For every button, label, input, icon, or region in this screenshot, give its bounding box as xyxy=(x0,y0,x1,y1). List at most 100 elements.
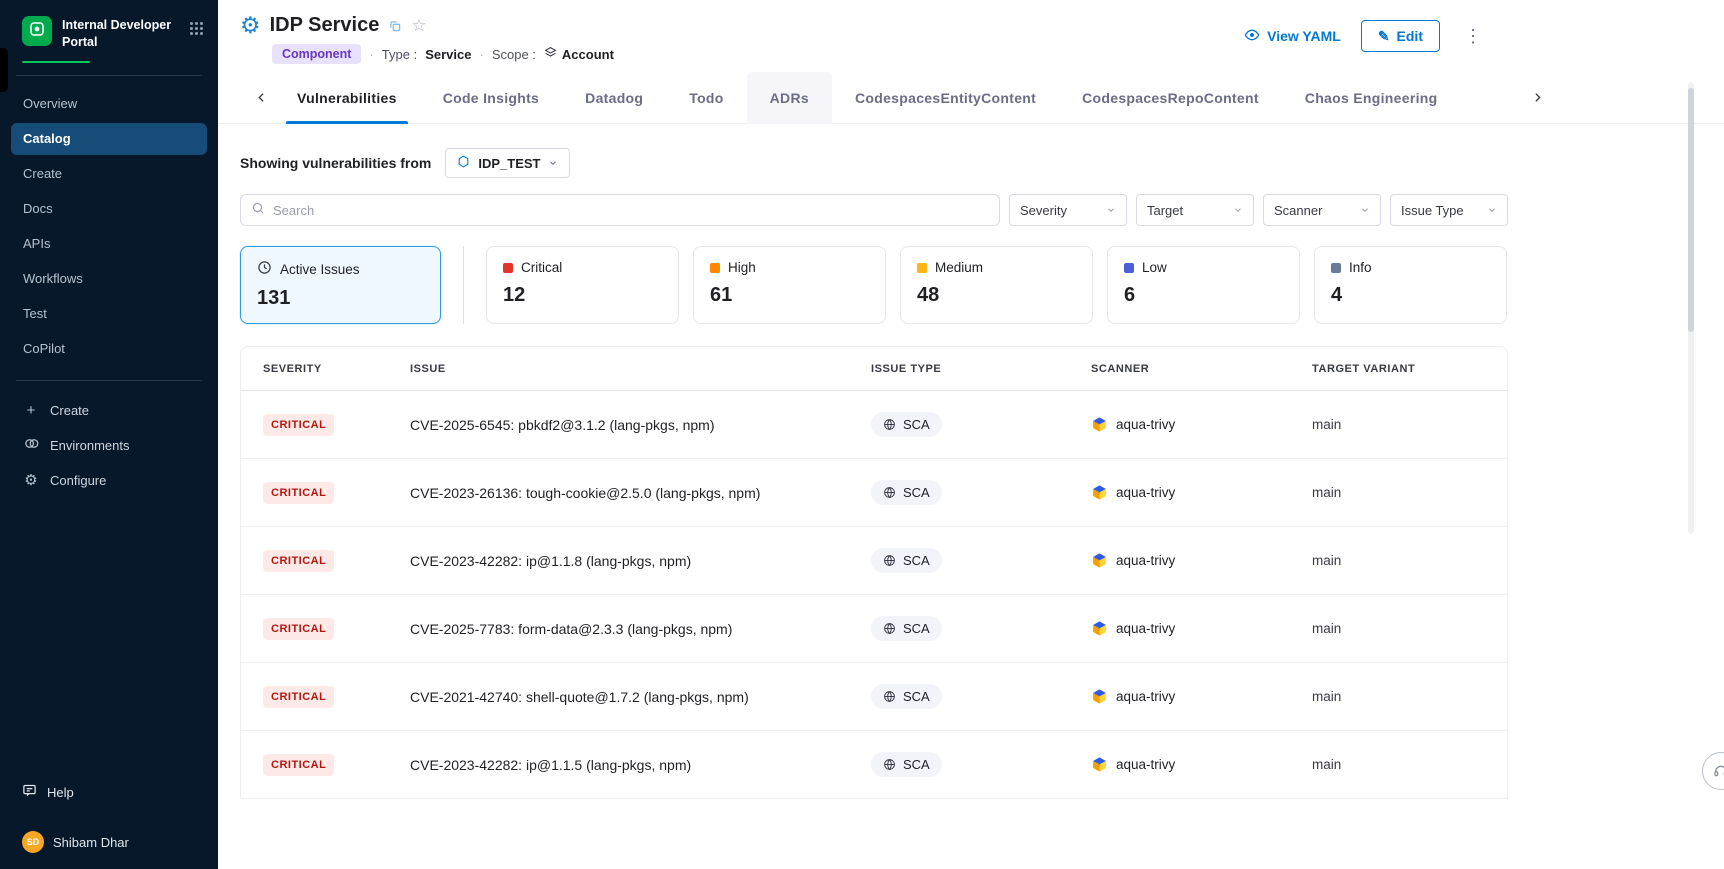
sidebar-item-create[interactable]: Create xyxy=(11,158,207,190)
sca-icon xyxy=(883,418,896,431)
tabs-scroll-left-icon[interactable] xyxy=(248,80,274,116)
trivy-icon xyxy=(1091,416,1108,433)
tab-code-insights[interactable]: Code Insights xyxy=(420,72,562,124)
user-menu[interactable]: SD Shibam Dhar xyxy=(22,831,196,853)
sidebar-action-label: Configure xyxy=(50,473,106,488)
cards-divider xyxy=(463,246,464,324)
page-scrollbar[interactable] xyxy=(1688,82,1694,534)
meta-separator: · xyxy=(369,47,373,62)
sidebar-action-configure[interactable]: ⚙ Configure xyxy=(11,463,207,498)
sidebar-action-create[interactable]: + Create xyxy=(11,393,207,428)
card-count: 6 xyxy=(1124,284,1283,307)
severity-dot-medium xyxy=(917,263,927,273)
sca-icon xyxy=(883,486,896,499)
severity-dot-critical xyxy=(503,263,513,273)
scanner-cell: aqua-trivy xyxy=(1091,484,1312,501)
tabs-scroll-right-icon[interactable] xyxy=(1524,80,1550,116)
scanner-cell: aqua-trivy xyxy=(1091,416,1312,433)
issue-type-pill: SCA xyxy=(871,548,942,573)
vulnerabilities-table: SEVERITY ISSUE ISSUE TYPE SCANNER TARGET… xyxy=(240,346,1508,799)
view-yaml-link[interactable]: View YAML xyxy=(1244,27,1341,46)
table-row[interactable]: CRITICAL CVE-2023-42282: ip@1.1.5 (lang-… xyxy=(241,731,1507,799)
entity-meta-row: Component · Type : Service · Scope : Acc… xyxy=(272,44,614,64)
favorite-star-icon[interactable]: ☆ xyxy=(411,16,426,36)
tab-datadog[interactable]: Datadog xyxy=(562,72,666,124)
severity-badge: CRITICAL xyxy=(263,618,334,640)
scanner-cell: aqua-trivy xyxy=(1091,552,1312,569)
tab-chaos-engineering[interactable]: Chaos Engineering xyxy=(1282,72,1461,124)
card-label: Active Issues xyxy=(280,262,360,277)
help-button[interactable]: Help xyxy=(22,783,196,801)
sidebar-item-catalog[interactable]: Catalog xyxy=(11,123,207,155)
search-input[interactable] xyxy=(273,203,989,218)
headset-icon xyxy=(1713,763,1724,779)
summary-card-active-issues[interactable]: Active Issues 131 xyxy=(240,246,441,324)
target-variant: main xyxy=(1312,485,1507,500)
severity-badge: CRITICAL xyxy=(263,414,334,436)
portal-logo[interactable] xyxy=(22,16,52,46)
more-options-icon[interactable]: ⋮ xyxy=(1460,26,1486,47)
table-row[interactable]: CRITICAL CVE-2023-26136: tough-cookie@2.… xyxy=(241,459,1507,527)
gear-icon: ⚙ xyxy=(23,471,39,489)
page-header: ⚙ IDP Service ☆ Component · Type : Servi… xyxy=(218,0,1508,64)
help-label: Help xyxy=(47,785,74,800)
table-row[interactable]: CRITICAL CVE-2023-42282: ip@1.1.8 (lang-… xyxy=(241,527,1507,595)
card-count: 61 xyxy=(710,284,869,307)
sidebar-item-docs[interactable]: Docs xyxy=(11,193,207,225)
card-count: 131 xyxy=(257,287,424,310)
app-grid-icon[interactable] xyxy=(189,21,204,41)
summary-card-info[interactable]: Info 4 xyxy=(1314,246,1507,324)
portal-logo-icon xyxy=(28,20,46,43)
summary-card-medium[interactable]: Medium 48 xyxy=(900,246,1093,324)
tab-codespaces-entity-content[interactable]: CodespacesEntityContent xyxy=(832,72,1059,124)
tab-codespaces-repo-content[interactable]: CodespacesRepoContent xyxy=(1059,72,1282,124)
chevron-down-icon xyxy=(1233,205,1243,215)
tab-todo[interactable]: Todo xyxy=(666,72,746,124)
sidebar-item-test[interactable]: Test xyxy=(11,298,207,330)
sidebar-item-overview[interactable]: Overview xyxy=(11,88,207,120)
card-label: Medium xyxy=(935,260,983,275)
table-row[interactable]: CRITICAL CVE-2021-42740: shell-quote@1.7… xyxy=(241,663,1507,731)
trivy-icon xyxy=(1091,484,1108,501)
service-gear-icon: ⚙ xyxy=(240,14,261,37)
tab-adrs[interactable]: ADRs xyxy=(747,72,832,124)
target-variant: main xyxy=(1312,757,1507,772)
issue-type-pill: SCA xyxy=(871,684,942,709)
severity-badge: CRITICAL xyxy=(263,550,334,572)
project-selector[interactable]: IDP_TEST xyxy=(445,148,570,178)
table-row[interactable]: CRITICAL CVE-2025-7783: form-data@2.3.3 … xyxy=(241,595,1507,663)
scope-label: Scope : xyxy=(492,47,536,62)
nav-collapse-handle[interactable] xyxy=(0,48,8,92)
scanner-cell: aqua-trivy xyxy=(1091,688,1312,705)
avatar: SD xyxy=(22,831,44,853)
target-variant: main xyxy=(1312,553,1507,568)
scanner-filter[interactable]: Scanner xyxy=(1263,194,1381,226)
sidebar-actions: + Create Environments ⚙ Configure xyxy=(0,393,218,498)
scrollbar-thumb[interactable] xyxy=(1688,88,1694,332)
table-row[interactable]: CRITICAL CVE-2025-6545: pbkdf2@3.1.2 (la… xyxy=(241,391,1507,459)
type-label: Type : xyxy=(382,47,417,62)
summary-card-critical[interactable]: Critical 12 xyxy=(486,246,679,324)
issue-type-filter[interactable]: Issue Type xyxy=(1390,194,1508,226)
target-filter[interactable]: Target xyxy=(1136,194,1254,226)
summary-card-low[interactable]: Low 6 xyxy=(1107,246,1300,324)
copy-icon[interactable] xyxy=(388,19,402,33)
target-variant: main xyxy=(1312,689,1507,704)
sidebar-item-copilot[interactable]: CoPilot xyxy=(11,333,207,365)
project-icon xyxy=(457,155,470,171)
sidebar-action-environments[interactable]: Environments xyxy=(11,428,207,463)
entity-kind-badge: Component xyxy=(272,44,361,64)
trivy-icon xyxy=(1091,552,1108,569)
col-header-issue-type: ISSUE TYPE xyxy=(871,363,1091,375)
severity-badge: CRITICAL xyxy=(263,686,334,708)
edit-button[interactable]: ✎ Edit xyxy=(1361,20,1440,52)
col-header-target-variant: TARGET VARIANT xyxy=(1312,363,1507,375)
sidebar-item-apis[interactable]: APIs xyxy=(11,228,207,260)
meta-separator: · xyxy=(479,47,483,62)
sidebar-item-workflows[interactable]: Workflows xyxy=(11,263,207,295)
tab-vulnerabilities[interactable]: Vulnerabilities xyxy=(274,72,420,124)
summary-card-high[interactable]: High 61 xyxy=(693,246,886,324)
chevron-down-icon xyxy=(1487,205,1497,215)
help-icon xyxy=(22,783,37,801)
severity-filter[interactable]: Severity xyxy=(1009,194,1127,226)
